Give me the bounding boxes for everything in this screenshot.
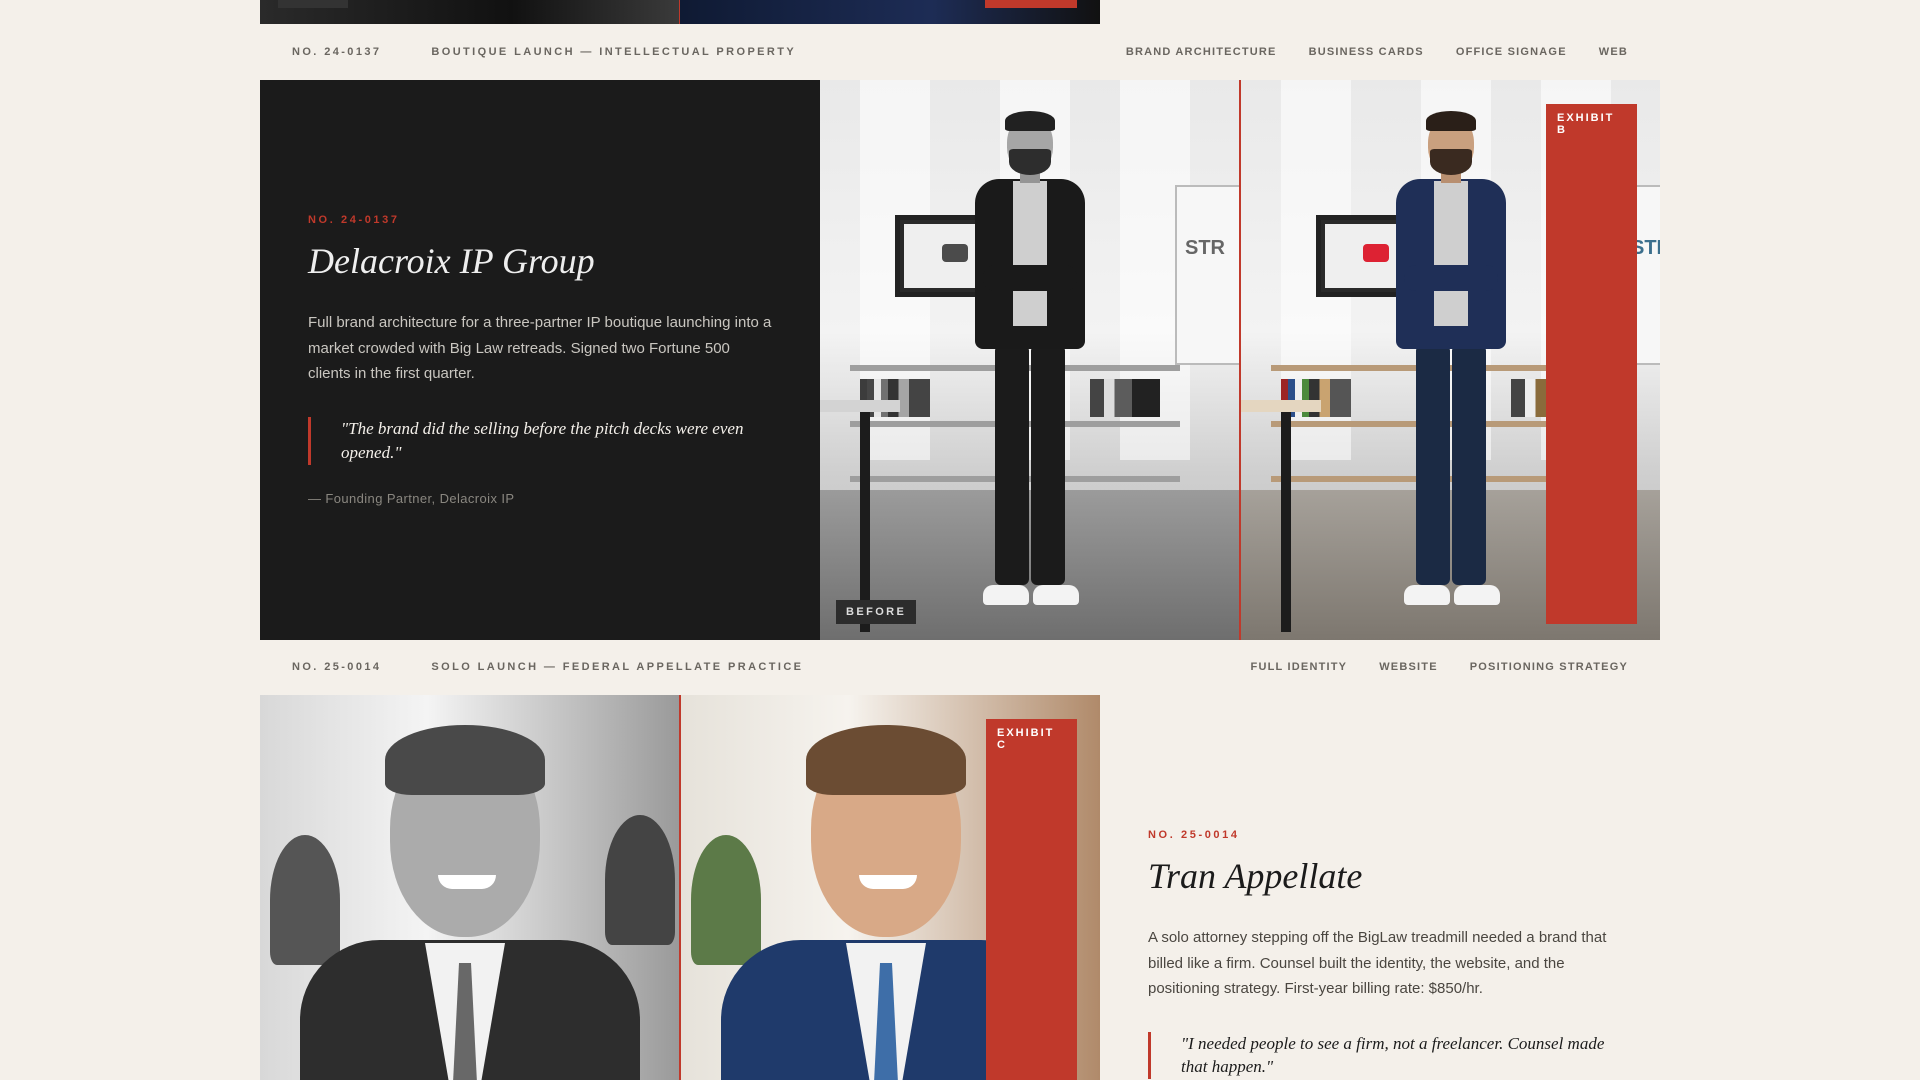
- person: [1386, 111, 1516, 620]
- after-photo: STR EXHIBIT B: [1241, 80, 1660, 640]
- case-number: NO. 24-0137: [292, 46, 382, 58]
- case-study-tran: EXHIBIT C NO. 25-0014 Tran Appellate A s…: [260, 695, 1660, 1080]
- before-photo: STR BEFORE: [820, 80, 1239, 640]
- whiteboard: STR: [1175, 185, 1239, 365]
- service-tag: BUSINESS CARDS: [1308, 46, 1424, 58]
- exhibit-label: [985, 0, 1077, 8]
- service-tag: POSITIONING STRATEGY: [1469, 661, 1628, 673]
- case-number: NO. 25-0014: [1148, 829, 1240, 841]
- person: [965, 111, 1095, 620]
- service-tags: FULL IDENTITY WEBSITE POSITIONING STRATE…: [1251, 661, 1628, 673]
- case-number: NO. 25-0014: [292, 661, 382, 673]
- case-title: Tran Appellate: [1148, 856, 1363, 896]
- case-category: SOLO LAUNCH — FEDERAL APPELLATE PRACTICE: [431, 661, 804, 673]
- before-label: BEFORE: [836, 600, 917, 624]
- client-quote: "The brand did the selling before the pi…: [308, 416, 772, 465]
- case-title: Delacroix IP Group: [308, 241, 595, 282]
- case-meta-row: NO. 24-0137 BOUTIQUE LAUNCH — INTELLECTU…: [260, 24, 1660, 80]
- before-photo: [260, 695, 679, 1080]
- service-tag: BRAND ARCHITECTURE: [1125, 46, 1277, 58]
- desk: [1241, 400, 1321, 640]
- case-number: NO. 24-0137: [308, 214, 400, 227]
- quote-attribution: — Founding Partner, Delacroix IP: [308, 490, 515, 506]
- previous-case-photos: [260, 0, 1100, 24]
- case-meta-row: NO. 25-0014 SOLO LAUNCH — FEDERAL APPELL…: [260, 639, 1660, 695]
- service-tag: WEBSITE: [1379, 661, 1438, 673]
- case-category: BOUTIQUE LAUNCH — INTELLECTUAL PROPERTY: [431, 46, 797, 58]
- exhibit-label: EXHIBIT C: [986, 719, 1077, 1080]
- service-tag: OFFICE SIGNAGE: [1455, 46, 1567, 58]
- case-text-panel: NO. 24-0137 Delacroix IP Group Full bran…: [260, 80, 820, 640]
- service-tag: WEB: [1598, 46, 1628, 58]
- after-photo: EXHIBIT C: [681, 695, 1100, 1080]
- client-quote: "I needed people to see a firm, not a fr…: [1148, 1031, 1612, 1080]
- case-description: A solo attorney stepping off the BigLaw …: [1148, 929, 1607, 997]
- case-description: Full brand architecture for a three-part…: [308, 314, 772, 383]
- exhibit-label: EXHIBIT B: [1546, 104, 1637, 624]
- case-text-panel: NO. 25-0014 Tran Appellate A solo attorn…: [1100, 695, 1660, 1080]
- service-tag: FULL IDENTITY: [1250, 661, 1348, 673]
- service-tags: BRAND ARCHITECTURE BUSINESS CARDS OFFICE…: [1126, 46, 1628, 58]
- before-label: [278, 0, 348, 8]
- case-study-delacroix: NO. 24-0137 Delacroix IP Group Full bran…: [260, 80, 1660, 640]
